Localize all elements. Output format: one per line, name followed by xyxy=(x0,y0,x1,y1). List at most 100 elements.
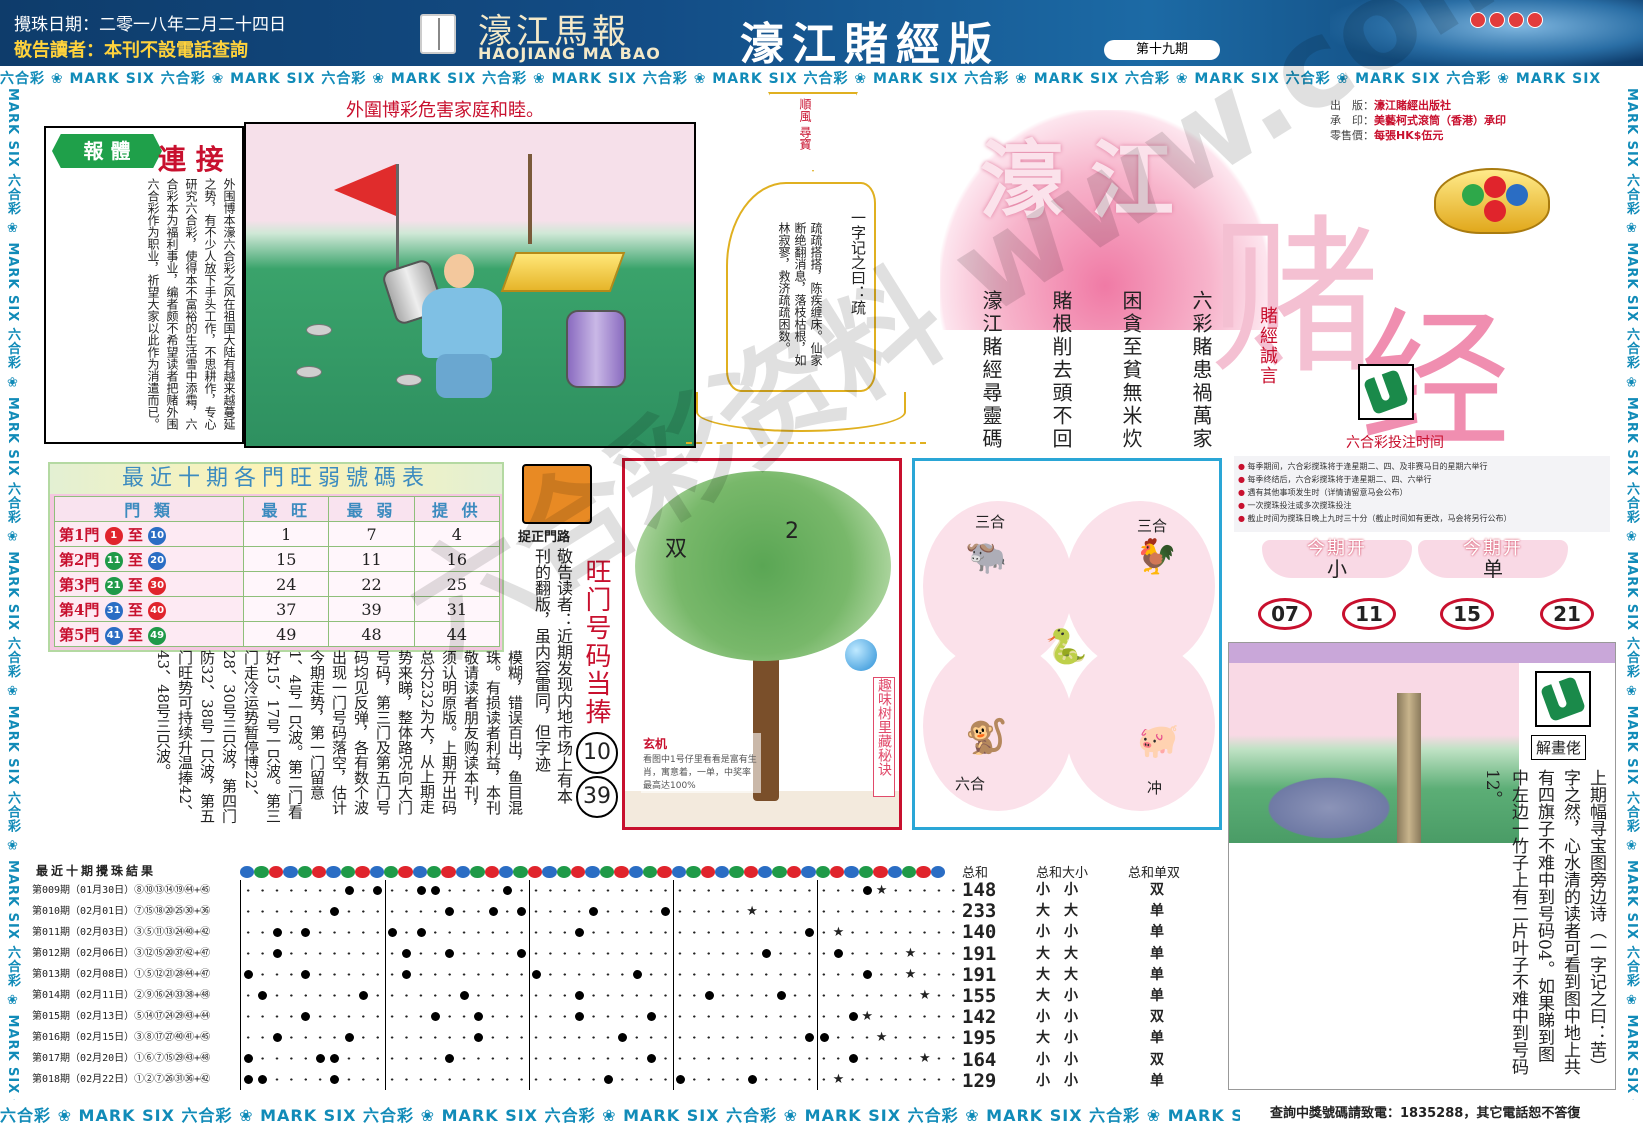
title-char-hao: 濠 xyxy=(980,131,1065,230)
gate-weak-cell: 11 xyxy=(328,546,415,572)
number-ball-icon xyxy=(830,866,845,878)
gate-weak-cell: 7 xyxy=(328,521,415,547)
title-char-jiang: 江 xyxy=(1090,131,1175,230)
number-ball-icon xyxy=(743,866,759,878)
drawn-number-dot xyxy=(430,886,440,895)
ball-from: 41 xyxy=(104,626,123,645)
drawn-number-dot xyxy=(330,907,340,916)
number-ball-icon xyxy=(283,866,298,878)
zodiac-label-top-right: 三合 xyxy=(1137,517,1168,535)
special-number-star: ★ xyxy=(832,924,845,940)
size-value: 小 小 xyxy=(1036,924,1078,941)
riddle-verse: 疏疏搭搭，陈疾缠床。仙家断绝翻消息，落枝枯根，如林寂寥，救济疏疏困数。 xyxy=(777,222,823,366)
parity-value: 单 xyxy=(1150,1030,1164,1047)
red-flag-icon xyxy=(334,164,396,216)
dujing-big-title: 濠 江 赌 经 xyxy=(940,90,1620,469)
hot-table-row: 第2門 11 至 20 15 11 16 xyxy=(53,546,501,572)
number-ball-icon xyxy=(470,866,485,878)
publisher-label: 出 版： xyxy=(1330,99,1374,112)
number-ball-icon xyxy=(240,866,255,878)
hot-table-row: 第3門 21 至 30 24 22 25 xyxy=(53,571,501,597)
pointing-hand-icon xyxy=(1535,671,1591,727)
header-bar: 攪珠日期：二零一八年二月二十四日 敬告讀者：本刊不設電話查詢 濠江馬報 HAOJ… xyxy=(0,0,1643,66)
drawn-number-dot xyxy=(862,886,872,895)
drawn-number-dot xyxy=(445,907,455,916)
open-parity-label: 今期开 xyxy=(1463,538,1523,559)
ball-from: 11 xyxy=(104,551,123,570)
number-ball-icon xyxy=(355,866,370,878)
betting-times-title: 六合彩投注时间 xyxy=(1346,435,1444,451)
parity-value: 单 xyxy=(1150,987,1164,1004)
drawn-number-dot xyxy=(805,1033,815,1042)
open-size-value: 小 xyxy=(1327,557,1347,581)
drawn-number-dot xyxy=(272,949,282,958)
result-row: 第015期（02月13日）⑤⑭⑰㉔㉙㊸+㊹ xyxy=(32,1011,211,1022)
special-number-star: ★ xyxy=(904,945,917,961)
number-ball-header xyxy=(240,866,960,878)
drawn-number-dot xyxy=(445,1054,455,1063)
drawn-number-dot xyxy=(661,907,671,916)
tip-number: 21 xyxy=(1540,598,1594,630)
parity-value: 双 xyxy=(1150,1051,1164,1068)
drawn-number-dot xyxy=(358,991,368,1000)
number-ball-icon xyxy=(930,866,946,878)
drawn-number-dot xyxy=(574,1012,584,1021)
gate-weak-cell: 39 xyxy=(328,596,415,622)
drawn-number-dot xyxy=(474,1033,484,1042)
motto: 賭經誠言 xyxy=(1257,306,1278,386)
open-size-tab: 今期开 小 xyxy=(1262,540,1412,581)
drawn-number-dot xyxy=(517,907,527,916)
drawn-number-dot xyxy=(301,928,311,937)
gate-hot-cell: 15 xyxy=(243,546,330,572)
size-header: 总和大小 xyxy=(1036,866,1089,881)
drawn-number-dot xyxy=(330,1054,340,1063)
number-ball-icon xyxy=(642,866,658,878)
hot-table-header: 最 旺 xyxy=(243,496,330,522)
grid-divider xyxy=(817,880,818,1090)
special-number-star: ★ xyxy=(832,1071,845,1087)
barrel-right xyxy=(566,310,626,388)
issue-number: 第十九期 xyxy=(1104,40,1220,60)
betting-time-line: 遇有其他事项发生时（详情请留意马会公布） xyxy=(1238,486,1606,499)
special-number-star: ★ xyxy=(746,903,758,919)
number-ball-icon xyxy=(311,866,327,878)
gate-name: 第3門 xyxy=(59,575,100,594)
drawn-number-dot xyxy=(862,970,872,979)
drawn-number-dot xyxy=(603,1075,613,1084)
snake-icon: 🐍 xyxy=(1045,627,1088,667)
drawn-number-dot xyxy=(618,1033,628,1042)
sum-column: 总和 148 233 140 191 191 155 142 195 164 1… xyxy=(962,862,1026,1092)
rooster-icon: 🐓 xyxy=(1135,537,1178,577)
drawn-number-dot xyxy=(344,1033,354,1042)
drawn-number-dot xyxy=(272,928,282,937)
lianjie-title: 連 接 xyxy=(158,143,224,176)
drawn-number-dot xyxy=(474,1012,484,1021)
title-char-du: 赌 xyxy=(1210,200,1381,398)
gate-name: 第4門 xyxy=(59,600,100,619)
sum-value: 148 xyxy=(962,879,997,901)
tree-label-two: 2 xyxy=(785,519,799,544)
results-dot-grid: ★ ★ ★ ★ ★ ★ ★ ★ ★ ★ xyxy=(240,880,960,1090)
poem-line-4: 濠江賭經尋靈碼 xyxy=(979,290,1003,451)
wangmen-number-2: 39 xyxy=(576,776,618,818)
drawn-number-dot xyxy=(502,886,512,895)
sum-value: 129 xyxy=(962,1069,997,1092)
tip-number: 07 xyxy=(1258,598,1312,630)
drawn-number-dot xyxy=(258,991,268,1000)
printer-value: 美藝柯式滾筒（香港）承印 xyxy=(1374,114,1506,127)
hot-table-header: 最 弱 xyxy=(328,496,415,522)
special-number-star: ★ xyxy=(919,987,931,1003)
gate-cell: 第2門 11 至 20 xyxy=(53,546,245,572)
draw-date: 攪珠日期：二零一八年二月二十四日 xyxy=(14,15,286,35)
number-ball-icon xyxy=(599,866,615,878)
drawn-number-dot xyxy=(243,970,253,979)
parity-value: 双 xyxy=(1150,882,1164,898)
riddle-heading: 一字记之曰：疏 xyxy=(849,210,867,315)
drawn-number-dot xyxy=(589,907,599,916)
size-value: 小 小 xyxy=(1036,1072,1078,1089)
gate-cell: 第3門 21 至 30 xyxy=(53,571,245,597)
logo-english: HAOJIANG MA BAO xyxy=(478,44,661,63)
special-number-star: ★ xyxy=(875,1029,888,1045)
treasure-map-panel: 解畫佬 上期幅寻宝图旁边诗（一字记之曰：苦）字之然，心水清的读者可看到图中地上共… xyxy=(1228,642,1616,1090)
result-row: 第012期（02月06日）③⑫⑮⑳㊲㊷+㊼ xyxy=(32,948,211,959)
